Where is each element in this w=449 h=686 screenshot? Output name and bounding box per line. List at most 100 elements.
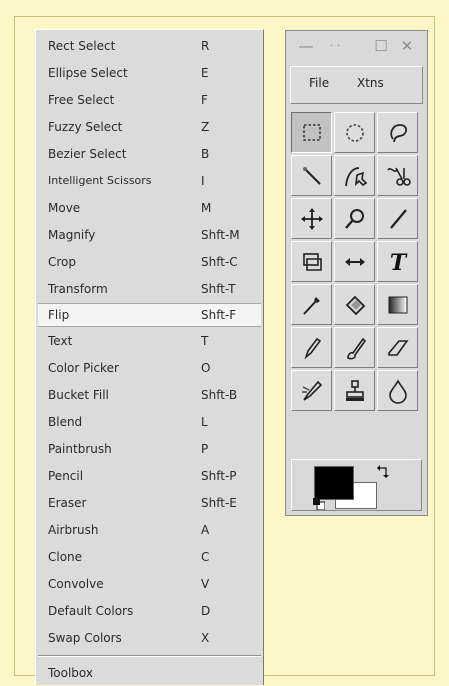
- scissors-tool[interactable]: [377, 155, 418, 196]
- svg-text:T: T: [390, 250, 408, 276]
- menu-item-shortcut: V: [201, 577, 210, 591]
- menu-item-magnify[interactable]: Magnify Shft-M: [38, 223, 261, 247]
- menu-separator: [38, 655, 261, 657]
- clone-icon: [346, 380, 364, 401]
- menu-item-label: Transform: [48, 282, 108, 296]
- menu-item-free-select[interactable]: Free Select F: [38, 88, 261, 112]
- menu-item-label: Intelligent Scissors: [48, 174, 152, 187]
- text-tool[interactable]: T: [377, 241, 418, 282]
- menu-item-shortcut: Shft-P: [201, 469, 237, 483]
- menu-item-blend[interactable]: Blend L: [38, 410, 261, 434]
- free-select-tool[interactable]: [377, 112, 418, 153]
- pencil-icon: [304, 337, 322, 360]
- menu-item-ellipse-select[interactable]: Ellipse Select E: [38, 61, 261, 85]
- bezier-select-icon: [345, 167, 368, 187]
- menu-item-color-picker[interactable]: Color Picker O: [38, 356, 261, 380]
- menu-item-shortcut: F: [201, 93, 208, 107]
- menu-item-label: Fuzzy Select: [48, 120, 123, 134]
- menu-item-shortcut: C: [201, 550, 210, 564]
- menu-item-label: Airbrush: [48, 523, 99, 537]
- bucket-fill-tool[interactable]: [334, 284, 375, 325]
- foreground-color-swatch[interactable]: [314, 466, 354, 500]
- menu-item-shortcut: R: [201, 39, 210, 53]
- eraser-icon: [388, 340, 409, 356]
- ellipse-select-icon: [346, 124, 364, 142]
- tools-menu: Rect Select R Ellipse Select E Free Sele…: [35, 29, 264, 685]
- menu-item-crop[interactable]: Crop Shft-C: [38, 250, 261, 274]
- menu-item-pencil[interactable]: Pencil Shft-P: [38, 464, 261, 488]
- menu-item-eraser[interactable]: Eraser Shft-E: [38, 491, 261, 515]
- clone-tool[interactable]: [334, 370, 375, 411]
- menu-item-swap-colors[interactable]: Swap Colors X: [38, 626, 261, 650]
- ellipse-select-tool[interactable]: [334, 112, 375, 153]
- menu-item-bucket-fill[interactable]: Bucket Fill Shft-B: [38, 383, 261, 407]
- menu-item-rect-select[interactable]: Rect Select R: [38, 34, 261, 58]
- convolve-tool[interactable]: [377, 370, 418, 411]
- menu-item-intelligent-scissors[interactable]: Intelligent Scissors I: [38, 169, 261, 193]
- menu-item-shortcut: M: [201, 201, 212, 215]
- menu-xtns[interactable]: Xtns: [357, 76, 384, 90]
- menu-item-shortcut: Shft-E: [201, 496, 237, 510]
- crop-icon: [390, 209, 407, 229]
- airbrush-tool[interactable]: [291, 370, 332, 411]
- transform-tool[interactable]: [291, 241, 332, 282]
- menu-item-toolbox[interactable]: Toolbox: [38, 661, 261, 685]
- menu-item-label: Magnify: [48, 228, 96, 242]
- menu-item-label: Rect Select: [48, 39, 116, 53]
- menu-item-shortcut: B: [201, 147, 210, 161]
- toolbox-window: — · · ☐ ✕ File Xtns T: [285, 30, 428, 516]
- rect-select-icon: [303, 124, 321, 141]
- menu-item-flip[interactable]: Flip Shft-F: [38, 303, 261, 327]
- menu-item-shortcut: O: [201, 361, 211, 375]
- menu-item-label: Bucket Fill: [48, 388, 109, 402]
- window-menu-dots-icon[interactable]: · ·: [320, 37, 350, 55]
- menu-item-transform[interactable]: Transform Shft-T: [38, 277, 261, 301]
- paintbrush-tool[interactable]: [334, 327, 375, 368]
- menu-item-label: Crop: [48, 255, 77, 269]
- menu-item-paintbrush[interactable]: Paintbrush P: [38, 437, 261, 461]
- crop-tool[interactable]: [377, 198, 418, 239]
- menu-item-fuzzy-select[interactable]: Fuzzy Select Z: [38, 115, 261, 139]
- color-picker-tool[interactable]: [291, 284, 332, 325]
- window-titlebar[interactable]: — · · ☐ ✕: [286, 31, 427, 63]
- menu-item-shortcut: T: [201, 334, 209, 348]
- maximize-icon[interactable]: ☐: [370, 37, 392, 55]
- menu-item-move[interactable]: Move M: [38, 196, 261, 220]
- move-tool[interactable]: [291, 198, 332, 239]
- menu-item-label: Toolbox: [48, 666, 93, 680]
- menu-item-text[interactable]: Text T: [38, 329, 261, 353]
- blend-tool[interactable]: [377, 284, 418, 325]
- menu-item-shortcut: Shft-M: [201, 228, 240, 242]
- eraser-tool[interactable]: [377, 327, 418, 368]
- flip-tool[interactable]: [334, 241, 375, 282]
- color-area: [291, 459, 422, 511]
- magnify-tool[interactable]: [334, 198, 375, 239]
- menu-item-convolve[interactable]: Convolve V: [38, 572, 261, 596]
- menu-item-label: Eraser: [48, 496, 87, 510]
- bucket-fill-icon: [345, 295, 366, 316]
- menu-item-label: Swap Colors: [48, 631, 122, 645]
- color-picker-icon: [303, 297, 320, 315]
- menu-item-bezier-select[interactable]: Bezier Select B: [38, 142, 261, 166]
- menu-item-shortcut: E: [201, 66, 209, 80]
- minimize-icon[interactable]: —: [294, 37, 318, 55]
- menu-item-label: Move: [48, 201, 81, 215]
- menu-item-label: Default Colors: [48, 604, 134, 618]
- rect-select-tool[interactable]: [291, 112, 332, 153]
- menu-file[interactable]: File: [309, 76, 329, 90]
- menu-item-airbrush[interactable]: Airbrush A: [38, 518, 261, 542]
- menu-item-default-colors[interactable]: Default Colors D: [38, 599, 261, 623]
- bezier-select-tool[interactable]: [334, 155, 375, 196]
- fuzzy-select-tool[interactable]: [291, 155, 332, 196]
- pencil-tool[interactable]: [291, 327, 332, 368]
- close-icon[interactable]: ✕: [396, 37, 418, 55]
- menu-item-label: Text: [48, 334, 73, 348]
- paintbrush-icon: [347, 337, 367, 360]
- menu-item-shortcut: L: [201, 415, 208, 429]
- airbrush-icon: [302, 380, 323, 401]
- swap-colors-icon[interactable]: [377, 464, 391, 478]
- scissors-icon: [387, 167, 411, 186]
- toolbox-menubar: File Xtns: [290, 66, 423, 104]
- default-colors-icon[interactable]: [313, 498, 325, 510]
- menu-item-clone[interactable]: Clone C: [38, 545, 261, 569]
